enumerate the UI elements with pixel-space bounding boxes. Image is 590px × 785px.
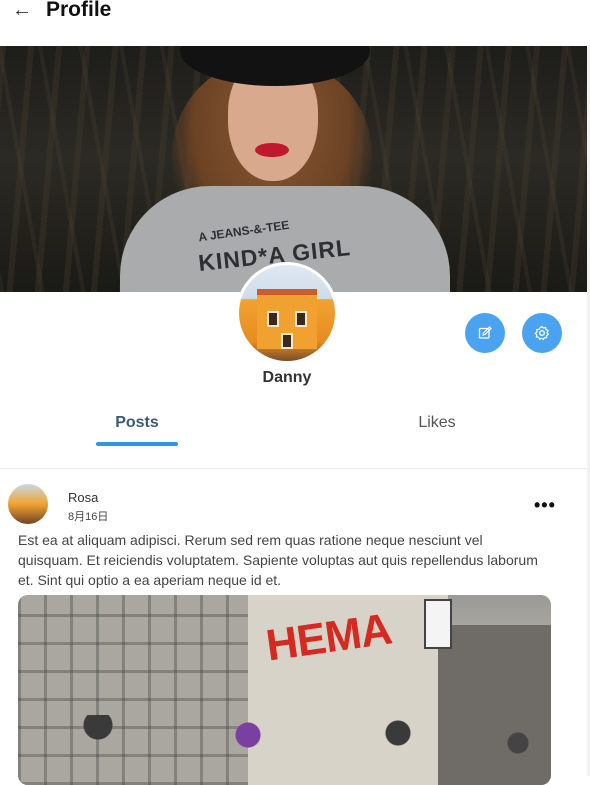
cover-image: A JEANS-&-TEE KIND*A GIRL [0, 46, 587, 292]
tab-likes[interactable]: Likes [396, 414, 478, 432]
post-author-avatar[interactable] [8, 484, 48, 524]
post-image-street-sign [424, 599, 452, 649]
settings-button[interactable] [522, 313, 562, 353]
avatar-window [267, 311, 279, 327]
post-text: Est ea at aliquam adipisci. Rerum sed re… [18, 532, 538, 588]
avatar-door [281, 333, 293, 349]
post-date: 8月16日 [68, 511, 109, 523]
arrow-left-icon[interactable]: ← [12, 0, 32, 20]
profile-tabs: Posts Likes [0, 403, 587, 469]
edit-profile-button[interactable] [465, 313, 505, 353]
cover-lips [255, 143, 289, 157]
active-tab-indicator [96, 442, 178, 446]
tab-posts[interactable]: Posts [96, 414, 178, 432]
post-author-name[interactable]: Rosa [68, 490, 98, 505]
post-image[interactable]: HEMA [18, 595, 551, 785]
edit-icon [478, 326, 492, 339]
post-image-crowd [18, 715, 551, 785]
avatar-image [239, 265, 335, 361]
page-title: Profile [46, 0, 112, 21]
more-horizontal-icon[interactable]: ••• [534, 495, 556, 516]
gear-icon [534, 325, 550, 341]
profile-avatar[interactable] [236, 262, 338, 364]
profile-username: Danny [262, 369, 312, 386]
avatar-window [295, 311, 307, 327]
top-bar: ← Profile [0, 0, 590, 46]
post-card: Rosa 8月16日 ••• Est ea at aliquam adipisc… [0, 470, 587, 785]
